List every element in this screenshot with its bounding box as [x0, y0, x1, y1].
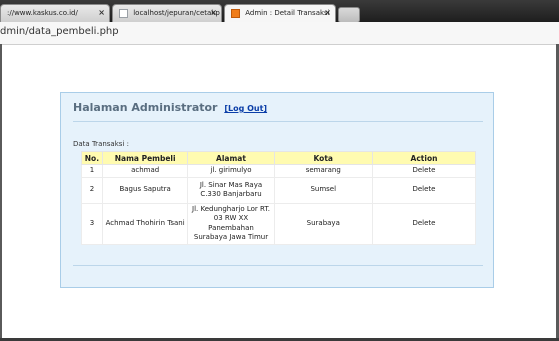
column-header-alamat: Alamat — [187, 151, 275, 165]
cell-no: 3 — [81, 202, 103, 245]
close-icon[interactable]: × — [324, 5, 331, 21]
cell-nama: Achmad Thohirin Tsani — [101, 202, 189, 245]
page-icon — [119, 8, 128, 18]
table-row: 3 Achmad Thohirin Tsani Jl. Kedungharjo … — [81, 202, 477, 245]
table-row: 1 achmad jl. girimulyo semarang Delete — [81, 164, 477, 178]
tab-kaskus[interactable]: ://www.kaskus.co.id/ × — [0, 4, 110, 22]
cell-alamat: jl. girimulyo — [187, 164, 275, 178]
close-icon[interactable]: × — [210, 5, 217, 21]
divider — [73, 121, 483, 122]
delete-link[interactable]: Delete — [371, 202, 477, 245]
divider — [73, 265, 483, 266]
tab-localhost[interactable]: localhost/jepuran/cetakp × — [112, 4, 222, 22]
cell-no: 1 — [81, 164, 103, 178]
new-tab-button[interactable] — [338, 7, 360, 23]
cell-kota: Sumsel — [273, 176, 373, 204]
window-frame-left — [0, 44, 2, 341]
table-row: 2 Bagus Saputra Jl. Sinar Mas Raya C.330… — [81, 176, 477, 204]
cell-kota: Surabaya — [273, 202, 373, 245]
cell-alamat: Jl. Kedungharjo Lor RT. 03 RW XX Panemba… — [187, 202, 275, 245]
url-text[interactable]: dmin/data_pembeli.php — [0, 26, 119, 37]
transaction-table: No. Nama Pembeli Alamat Kota Action 1 ac… — [81, 151, 477, 245]
page-title-text: Halaman Administrator — [73, 101, 218, 114]
cell-kota: semarang — [273, 164, 373, 178]
cell-nama: Bagus Saputra — [101, 176, 189, 204]
cell-no: 2 — [81, 176, 103, 204]
logout-link[interactable]: [Log Out] — [224, 104, 267, 113]
column-header-no: No. — [81, 151, 103, 165]
column-header-nama-pembeli: Nama Pembeli — [101, 151, 189, 165]
cell-alamat: Jl. Sinar Mas Raya C.330 Banjarbaru — [187, 176, 275, 204]
column-header-action: Action — [371, 151, 477, 165]
browser-tab-bar: ://www.kaskus.co.id/ × localhost/jepuran… — [0, 0, 559, 23]
tab-label: ://www.kaskus.co.id/ — [7, 9, 78, 17]
delete-link[interactable]: Delete — [371, 176, 477, 204]
close-icon[interactable]: × — [98, 5, 105, 21]
address-bar[interactable]: dmin/data_pembeli.php — [0, 22, 559, 45]
tab-admin-detail-transaksi[interactable]: Admin : Detail Transaksi × — [224, 4, 336, 22]
data-transaksi-label: Data Transaksi : — [73, 140, 129, 148]
table-header-row: No. Nama Pembeli Alamat Kota Action — [81, 151, 477, 165]
admin-panel: Halaman Administrator [Log Out] Data Tra… — [60, 92, 494, 288]
column-header-kota: Kota — [273, 151, 373, 165]
tab-label: Admin : Detail Transaksi — [245, 9, 330, 17]
cell-nama: achmad — [101, 164, 189, 178]
tab-label: localhost/jepuran/cetakp — [133, 9, 220, 17]
delete-link[interactable]: Delete — [371, 164, 477, 178]
admin-favicon-icon — [231, 8, 240, 18]
page-title: Halaman Administrator [Log Out] — [73, 101, 267, 114]
